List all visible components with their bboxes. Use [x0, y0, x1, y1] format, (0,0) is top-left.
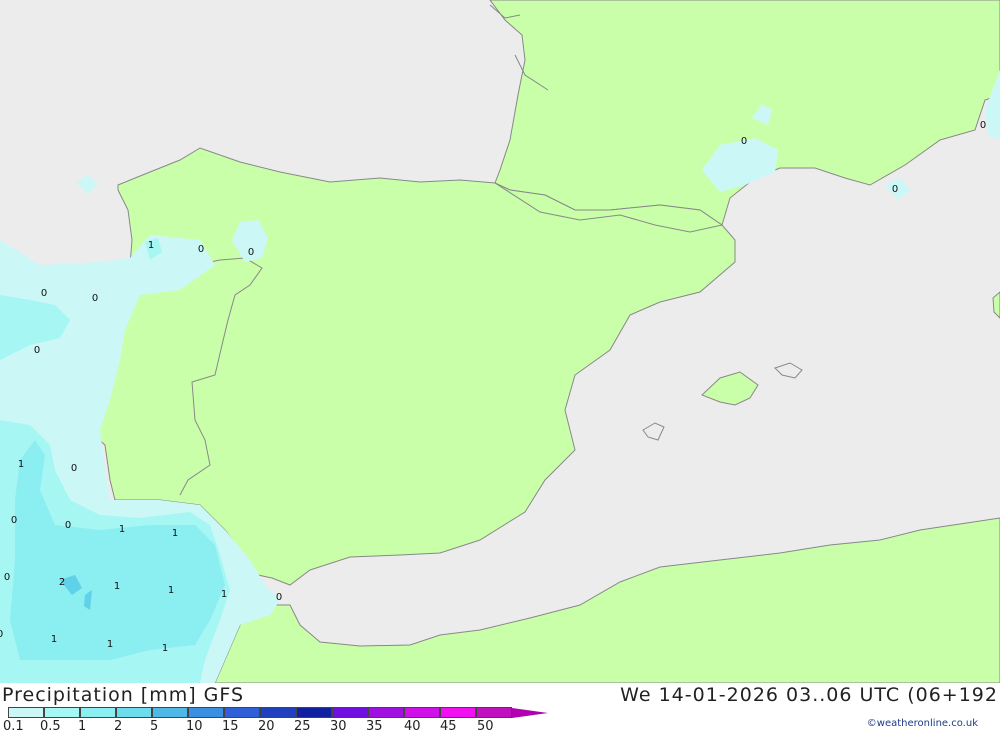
map-title: Precipitation [mm] GFS [2, 684, 245, 706]
value-label: 0 [92, 293, 98, 304]
legend-swatch [188, 707, 224, 718]
legend-swatch [8, 707, 44, 718]
legend-label: 35 [366, 719, 383, 734]
precipitation-map: 0 1 0 0 0 0 0 0 0 0 1 0 0 0 1 1 0 2 1 1 1 0 1 1 1 [0, 0, 1000, 683]
value-label: 0 [11, 515, 17, 526]
legend-swatch [260, 707, 296, 718]
value-label: 1 [51, 634, 57, 645]
legend-swatch [296, 707, 332, 718]
legend-labels: 0.1 0.5 1 2 5 10 15 20 25 30 35 40 45 50 [0, 719, 520, 734]
legend-label: 2 [114, 719, 123, 734]
legend-label: 50 [477, 719, 494, 734]
legend-swatch [224, 707, 260, 718]
value-label: 1 [18, 459, 24, 470]
credit-link[interactable]: ©weatheronline.co.uk [867, 718, 978, 729]
value-label: 0 [248, 247, 254, 258]
value-label: 1 [148, 240, 154, 251]
value-label: 1 [162, 643, 168, 654]
legend-swatch [152, 707, 188, 718]
legend-swatch [368, 707, 404, 718]
value-label: 2 [59, 577, 65, 588]
legend-label: 0.5 [40, 719, 61, 734]
value-label: 1 [114, 581, 120, 592]
legend-swatch [404, 707, 440, 718]
value-label: 0 [980, 120, 986, 131]
legend-label: 45 [440, 719, 457, 734]
legend-label: 20 [258, 719, 275, 734]
legend-label: 30 [330, 719, 347, 734]
legend-swatch [44, 707, 80, 718]
value-label: 0 [198, 244, 204, 255]
legend-label: 15 [222, 719, 239, 734]
value-label: 0 [741, 136, 747, 147]
footer: Precipitation [mm] GFS We 14-01-2026 03.… [0, 683, 1000, 734]
value-label: 1 [107, 639, 113, 650]
forecast-time: We 14-01-2026 03..06 UTC (06+192 [620, 684, 998, 706]
legend-swatch [116, 707, 152, 718]
color-legend [8, 707, 548, 718]
value-label: 0 [892, 184, 898, 195]
value-label: 1 [172, 528, 178, 539]
value-label: 0 [71, 463, 77, 474]
legend-label: 5 [150, 719, 159, 734]
legend-label: 1 [78, 719, 87, 734]
legend-label: 10 [186, 719, 203, 734]
value-label: 0 [0, 629, 3, 640]
value-label: 1 [221, 589, 227, 600]
value-label: 0 [34, 345, 40, 356]
value-label: 0 [276, 592, 282, 603]
legend-swatch [80, 707, 116, 718]
legend-swatch [440, 707, 476, 718]
legend-swatch [476, 707, 512, 718]
value-label: 1 [119, 524, 125, 535]
legend-swatch [332, 707, 368, 718]
legend-arrow-icon [512, 707, 548, 718]
value-label: 0 [4, 572, 10, 583]
value-label: 0 [41, 288, 47, 299]
value-label: 0 [65, 520, 71, 531]
legend-label: 40 [404, 719, 421, 734]
value-label: 1 [168, 585, 174, 596]
legend-label: 25 [294, 719, 311, 734]
legend-label: 0.1 [3, 719, 24, 734]
